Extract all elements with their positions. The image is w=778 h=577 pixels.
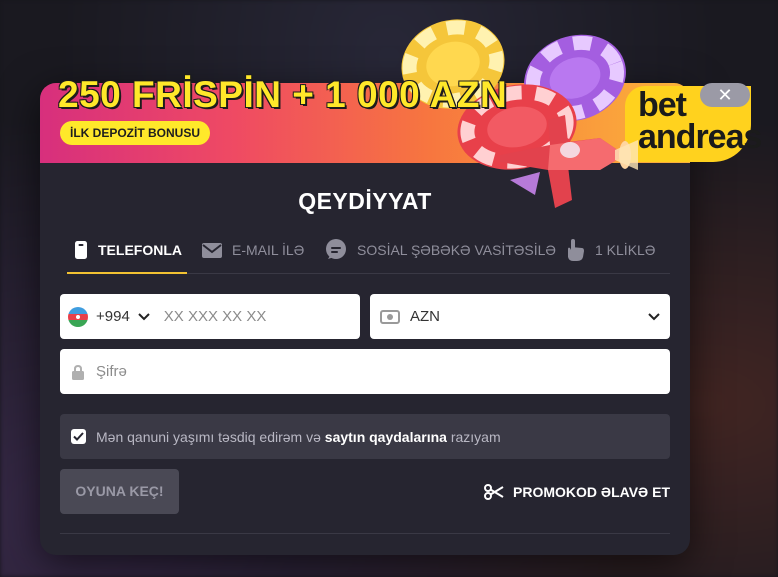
hand-pointer-icon <box>568 239 584 261</box>
country-code: +994 <box>96 308 130 325</box>
phone-icon <box>75 241 87 259</box>
add-promo-code-button[interactable]: PROMOKOD ƏLAVƏ ET <box>484 469 670 514</box>
submit-button[interactable]: OYUNA KEÇ! <box>60 469 179 514</box>
chat-icon <box>326 239 346 259</box>
tab-one-click[interactable]: 1 KLİKLƏ <box>565 226 655 274</box>
bonus-headline: 250 FRİSPİN + 1 000 AZN <box>58 74 508 115</box>
tab-phone[interactable]: TELEFONLA <box>74 226 182 274</box>
chevron-down-icon <box>138 312 150 320</box>
tab-one-click-label: 1 KLİKLƏ <box>595 242 656 258</box>
age-terms-checkbox[interactable] <box>71 429 86 444</box>
registration-tabs: TELEFONLA E-MAIL İLƏ SOSİAL ŞƏBƏKƏ VASİT… <box>67 226 670 274</box>
divider <box>60 533 670 534</box>
chevron-down-icon <box>648 312 660 320</box>
tab-social[interactable]: SOSİAL ŞƏBƏKƏ VASİTƏSİLƏ <box>325 226 556 274</box>
close-button[interactable]: ✕ <box>700 83 750 107</box>
airplane-icon <box>500 115 638 208</box>
azerbaijan-flag-icon <box>68 306 88 327</box>
cash-icon <box>380 309 400 324</box>
currency-value: AZN <box>410 308 440 325</box>
scissors-icon <box>484 483 504 500</box>
checkmark-icon <box>73 432 84 441</box>
terms-row: Mən qanuni yaşımı təsdiq edirəm və saytı… <box>60 414 670 459</box>
terms-text-start: Mən qanuni yaşımı təsdiq edirəm və <box>96 428 321 445</box>
password-field <box>60 349 670 394</box>
tab-email[interactable]: E-MAIL İLƏ <box>202 226 304 274</box>
active-tab-indicator <box>67 272 187 274</box>
terms-text-end: razıyam <box>450 428 501 445</box>
lock-icon <box>72 364 84 380</box>
site-rules-link[interactable]: saytın qaydalarına <box>325 429 447 445</box>
tab-social-label: SOSİAL ŞƏBƏKƏ VASİTƏSİLƏ <box>357 242 556 258</box>
phone-field: +994 <box>60 294 360 339</box>
logo-line-andreas: andreas <box>638 118 762 156</box>
phone-input[interactable] <box>163 308 344 325</box>
promo-label: PROMOKOD ƏLAVƏ ET <box>513 483 670 500</box>
country-code-selector[interactable]: +994 <box>60 294 150 339</box>
first-deposit-badge: İLK DEPOZİT BONUSU <box>60 121 211 145</box>
envelope-icon <box>202 242 222 258</box>
tab-phone-label: TELEFONLA <box>98 242 182 258</box>
password-input[interactable] <box>96 363 656 380</box>
tab-email-label: E-MAIL İLƏ <box>232 242 305 258</box>
currency-select[interactable]: AZN <box>370 294 670 339</box>
